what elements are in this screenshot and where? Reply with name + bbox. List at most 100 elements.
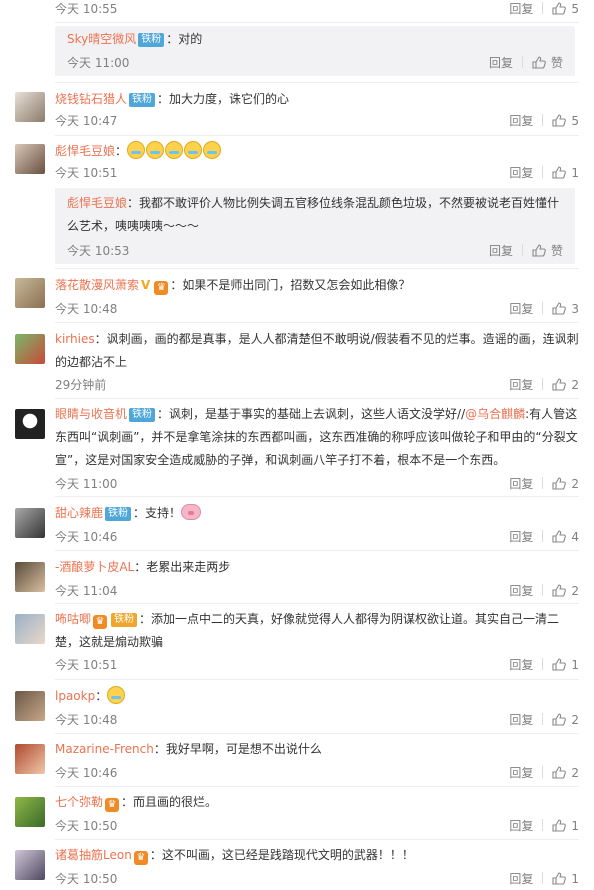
- avatar[interactable]: [15, 144, 45, 174]
- reply-button[interactable]: 回复: [509, 475, 533, 492]
- like-button[interactable]: 1: [552, 658, 579, 672]
- divider: [542, 819, 544, 831]
- divider: [542, 530, 544, 542]
- like-button[interactable]: 赞: [532, 242, 563, 259]
- like-button[interactable]: 1: [552, 872, 579, 886]
- comment-actions: 回复 赞: [489, 242, 563, 259]
- thumbs-up-icon: [552, 819, 567, 832]
- like-button[interactable]: 5: [552, 2, 579, 16]
- username-link[interactable]: 彪悍毛豆娘: [55, 144, 115, 158]
- username-link[interactable]: 诸葛抽筋Leon: [55, 848, 132, 862]
- reply-button[interactable]: 回复: [509, 164, 533, 181]
- like-button[interactable]: 5: [552, 114, 579, 128]
- like-button[interactable]: 赞: [532, 54, 563, 71]
- mention-link[interactable]: @乌合麒麟: [465, 407, 525, 421]
- avatar[interactable]: [15, 508, 45, 538]
- avatar[interactable]: [15, 278, 45, 308]
- reply-button[interactable]: 回复: [489, 242, 513, 259]
- tiefen-badge: 铁粉: [129, 408, 156, 422]
- divider: [55, 135, 579, 136]
- avatar[interactable]: [15, 409, 45, 439]
- username-link[interactable]: 甜心辣鹿: [55, 506, 103, 520]
- reply-button[interactable]: 回复: [509, 300, 533, 317]
- comment-time: 今天 10:46: [55, 530, 118, 544]
- thumbs-up-icon: [552, 477, 567, 490]
- username-link[interactable]: -酒酿萝卜皮AL: [55, 560, 134, 574]
- comment-actions: 回复 2: [509, 475, 579, 492]
- reply-button[interactable]: 回复: [509, 528, 533, 545]
- comment-item: 诸葛抽筋Leon ♛ ：这不叫画，这已经是践踏现代文明的武器！！！ 今天 10:50…: [15, 844, 579, 888]
- comment-meta: 今天 10:48 回复 3: [55, 300, 579, 316]
- like-button[interactable]: 2: [552, 477, 579, 491]
- comment-time: 今天 10:47: [55, 114, 118, 128]
- avatar[interactable]: [15, 691, 45, 721]
- avatar[interactable]: [15, 92, 45, 122]
- like-button[interactable]: 3: [552, 302, 579, 316]
- comment-item: 咘咕唧 ♛ 铁粉 ：添加一点中二的天真，好像就觉得人人都得为阴谋权欲让道。其实自己一清…: [15, 608, 579, 674]
- username-link[interactable]: kirhies: [55, 332, 95, 346]
- username-link[interactable]: lpaokp: [55, 689, 95, 703]
- like-button[interactable]: 2: [552, 713, 579, 727]
- reply-button[interactable]: 回复: [509, 112, 533, 129]
- reply-button[interactable]: 回复: [509, 376, 533, 393]
- avatar[interactable]: [15, 334, 45, 364]
- reply-button[interactable]: 回复: [509, 711, 533, 728]
- verified-v-icon: V: [141, 278, 151, 292]
- comment-text: 对的: [178, 32, 203, 46]
- comment-actions: 回复 2: [509, 711, 579, 728]
- avatar[interactable]: [15, 797, 45, 827]
- divider: [542, 166, 544, 178]
- username-link[interactable]: 咘咕唧: [55, 612, 91, 626]
- username-link[interactable]: 烧钱钻石猎人: [55, 92, 127, 106]
- thumbs-up-icon: [552, 302, 567, 315]
- reply-button[interactable]: 回复: [509, 764, 533, 781]
- avatar[interactable]: [15, 744, 45, 774]
- avatar[interactable]: [15, 614, 45, 644]
- thumbs-up-icon: [552, 658, 567, 671]
- separator: ：: [153, 742, 166, 756]
- like-button[interactable]: 1: [552, 166, 579, 180]
- divider: [55, 603, 579, 604]
- username-link[interactable]: Mazarine-French: [55, 742, 154, 756]
- reply-button[interactable]: 回复: [509, 817, 533, 834]
- reply-button[interactable]: 回复: [489, 54, 513, 71]
- comment-text: 讽刺，是基于事实的基础上去讽刺，这些人语文没学好//: [169, 407, 466, 421]
- comment-content: 烧钱钻石猎人 铁粉 ：加大力度，诛它们的心: [55, 88, 579, 111]
- username-link[interactable]: 落花散漫风萧索: [55, 278, 139, 292]
- username-link[interactable]: 眼睛与收音机: [55, 407, 127, 421]
- comment-actions: 回复 1: [509, 817, 579, 834]
- comment-meta: 29分钟前 回复 2: [55, 376, 579, 392]
- separator: ：: [170, 278, 183, 292]
- like-button[interactable]: 1: [552, 819, 579, 833]
- comment-meta: 今天 10:46 回复 4: [55, 528, 579, 544]
- comment-time: 今天 10:55: [55, 2, 118, 16]
- reply-button[interactable]: 回复: [509, 582, 533, 599]
- like-button[interactable]: 2: [552, 584, 579, 598]
- like-button[interactable]: 2: [552, 766, 579, 780]
- comment-content: 彪悍毛豆娘：: [55, 140, 579, 163]
- comment-meta: 今天 10:47 回复 5: [55, 112, 579, 128]
- comment-item: kirhies：讽刺画，画的都是真事，是人人都清楚但不敢明说/假装看不见的烂事。…: [15, 328, 579, 394]
- separator: ：: [149, 848, 162, 862]
- comment-time: 今天 10:53: [67, 244, 130, 258]
- username-link[interactable]: Sky晴空微风: [67, 32, 136, 46]
- avatar[interactable]: [15, 562, 45, 592]
- like-button[interactable]: 4: [552, 530, 579, 544]
- crying-emoji-icon: [165, 141, 184, 159]
- username-link[interactable]: 彪悍毛豆娘: [67, 196, 127, 210]
- divider: [521, 244, 523, 256]
- avatar[interactable]: [15, 850, 45, 880]
- like-button[interactable]: 2: [552, 378, 579, 392]
- separator: ：: [134, 560, 147, 574]
- comment-time: 29分钟前: [55, 378, 107, 392]
- reply-button[interactable]: 回复: [509, 0, 533, 17]
- like-count: 2: [571, 766, 579, 780]
- comment-actions: 回复 1: [509, 656, 579, 673]
- divider: [55, 496, 579, 497]
- comment-time: 今天 10:48: [55, 302, 118, 316]
- divider: [542, 584, 544, 596]
- username-link[interactable]: 七个弥勒: [55, 795, 103, 809]
- reply-button[interactable]: 回复: [509, 656, 533, 673]
- reply-button[interactable]: 回复: [509, 870, 533, 887]
- tiefen-badge: 铁粉: [105, 507, 132, 521]
